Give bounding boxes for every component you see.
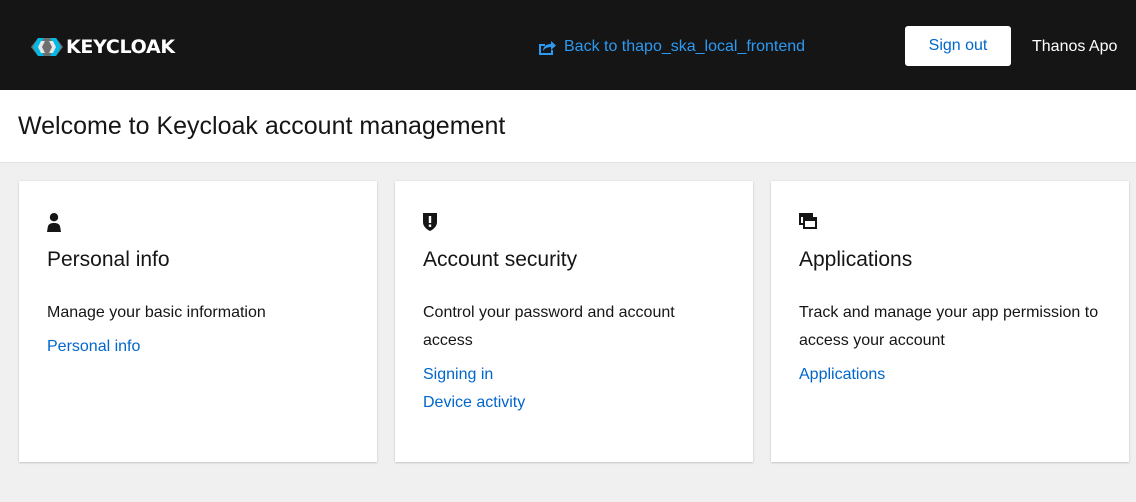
back-link-label: Back to thapo_ska_local_frontend <box>564 38 806 55</box>
applications-icon <box>799 213 1101 235</box>
signing-in-link[interactable]: Signing in <box>423 361 493 389</box>
page-title: Welcome to Keycloak account management <box>18 112 506 140</box>
shield-icon <box>423 213 725 235</box>
applications-link[interactable]: Applications <box>799 361 885 389</box>
keycloak-logo[interactable]: KEYCLOAK <box>30 36 175 58</box>
user-icon <box>47 213 349 235</box>
logo-text: KEYCLOAK <box>66 36 175 58</box>
card-description: Manage your basic information <box>47 304 266 321</box>
card-title: Account security <box>423 248 578 271</box>
device-activity-link[interactable]: Device activity <box>423 389 525 417</box>
page-title-bar: Welcome to Keycloak account management <box>0 90 1136 163</box>
user-name[interactable]: Thanos Apo <box>1032 36 1117 58</box>
card-links: Applications <box>799 361 1101 389</box>
external-share-icon <box>538 39 556 55</box>
card-description: Control your password and account access <box>423 304 675 349</box>
card-title: Applications <box>799 248 913 271</box>
card-title: Personal info <box>47 248 170 271</box>
card-applications: Applications Track and manage your app p… <box>771 181 1129 462</box>
keycloak-logo-icon <box>31 38 63 56</box>
card-description: Track and manage your app permission to … <box>799 304 1099 349</box>
sign-out-button[interactable]: Sign out <box>905 26 1011 66</box>
personal-info-link[interactable]: Personal info <box>47 333 140 361</box>
card-links: Signing in Device activity <box>423 361 725 417</box>
card-personal-info: Personal info Manage your basic informat… <box>19 181 377 462</box>
masthead: KEYCLOAK Back to thapo_ska_local_fronten… <box>0 0 1136 90</box>
card-links: Personal info <box>47 333 349 361</box>
card-account-security: Account security Control your password a… <box>395 181 753 462</box>
back-to-app-link[interactable]: Back to thapo_ska_local_frontend <box>538 36 805 58</box>
